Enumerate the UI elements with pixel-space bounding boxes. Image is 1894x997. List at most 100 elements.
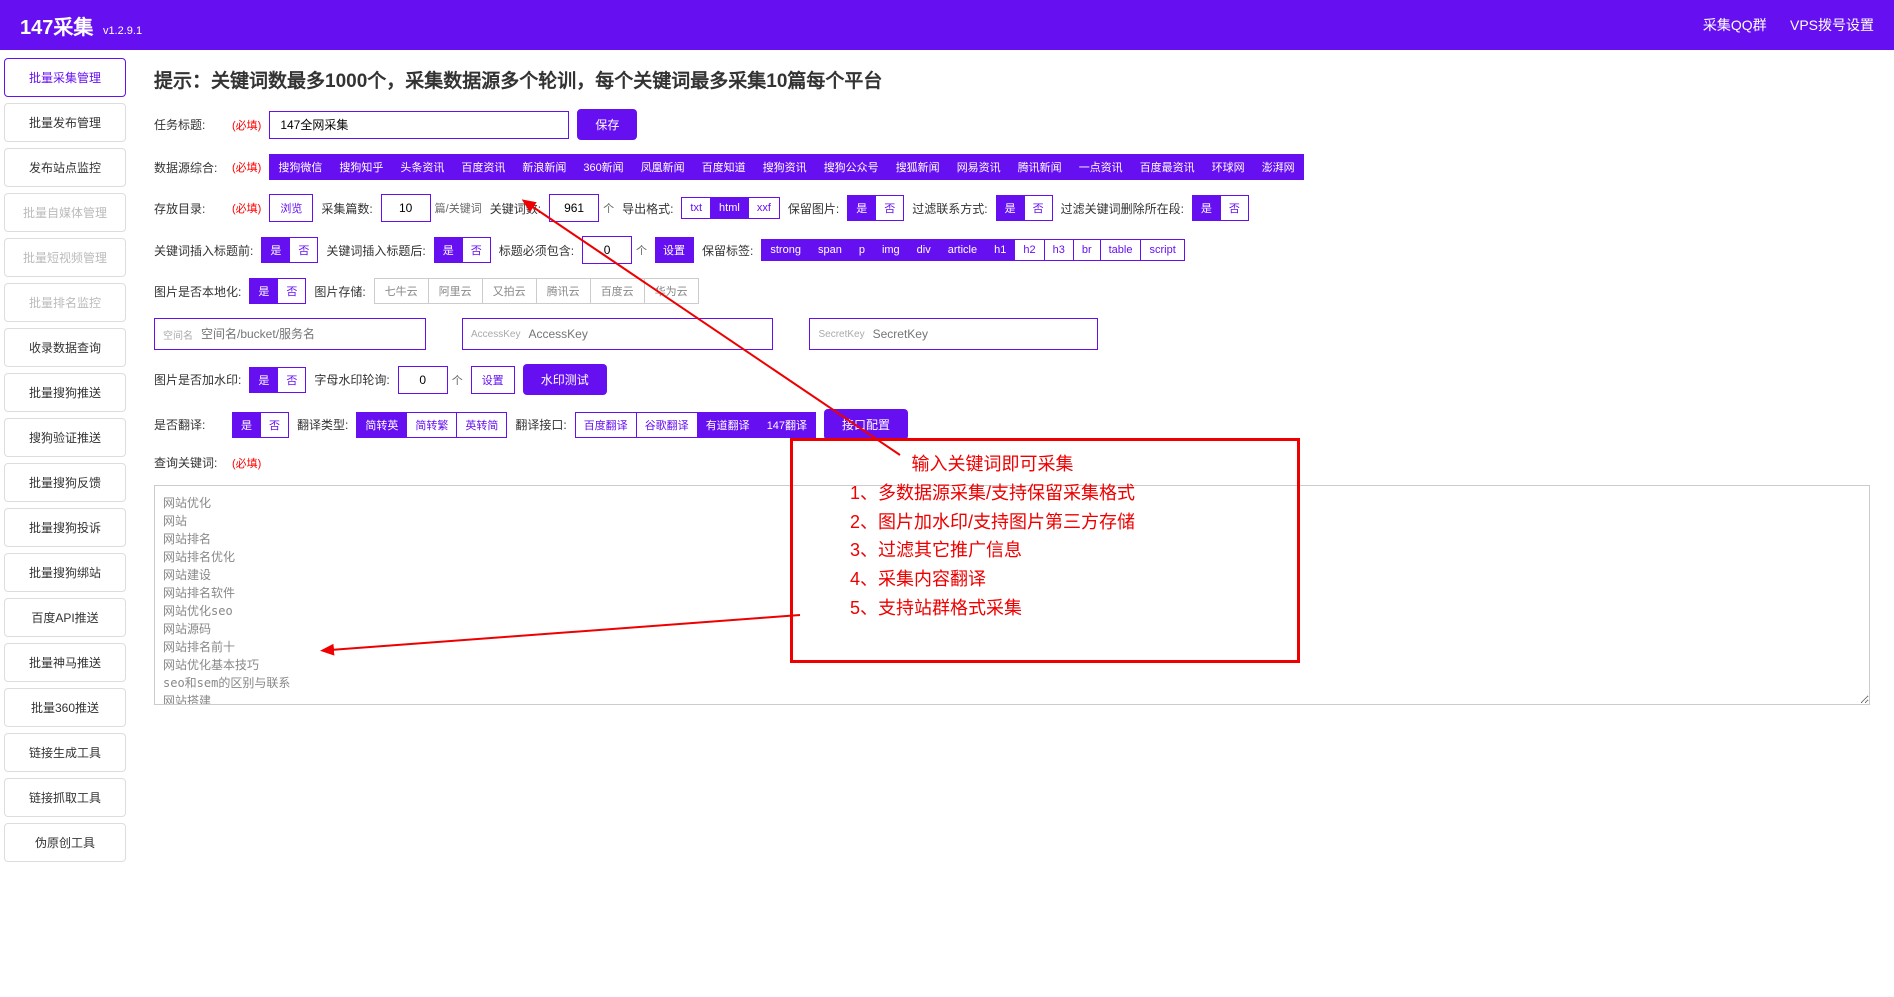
html-tag-10[interactable]: table	[1101, 239, 1142, 261]
html-tag-9[interactable]: br	[1074, 239, 1101, 261]
count-input[interactable]	[381, 194, 431, 222]
export-tag-2[interactable]: xxf	[749, 197, 780, 219]
sidebar-item-11[interactable]: 批量搜狗绑站	[4, 553, 126, 592]
tr-config-button[interactable]: 接口配置	[824, 409, 908, 440]
fcontact-tag-1[interactable]: 否	[1025, 195, 1053, 221]
sidebar-item-6[interactable]: 收录数据查询	[4, 328, 126, 367]
qq-group-link[interactable]: 采集QQ群	[1703, 17, 1767, 33]
source-tag-16[interactable]: 澎湃网	[1254, 154, 1304, 180]
sidebar-item-10[interactable]: 批量搜狗投诉	[4, 508, 126, 547]
tr-tag-0[interactable]: 是	[232, 412, 261, 438]
cloud-tag-0[interactable]: 七牛云	[374, 278, 429, 304]
trapi-tag-1[interactable]: 谷歌翻译	[637, 412, 698, 438]
sidebar-item-2[interactable]: 发布站点监控	[4, 148, 126, 187]
keywords-textarea[interactable]: 网站优化 网站 网站排名 网站排名优化 网站建设 网站排名软件 网站优化seo …	[154, 485, 1870, 705]
export-tag-1[interactable]: html	[711, 197, 749, 219]
wm-tag-0[interactable]: 是	[249, 367, 278, 393]
source-tag-12[interactable]: 腾讯新闻	[1010, 154, 1071, 180]
source-tag-11[interactable]: 网易资讯	[949, 154, 1010, 180]
ak-input[interactable]	[524, 319, 764, 349]
source-tag-4[interactable]: 新浪新闻	[514, 154, 575, 180]
space-prefix: 空间名	[163, 327, 193, 342]
fcontact-tag-0[interactable]: 是	[996, 195, 1025, 221]
source-tag-10[interactable]: 搜狐新闻	[888, 154, 949, 180]
sidebar-item-15[interactable]: 链接生成工具	[4, 733, 126, 772]
html-tag-4[interactable]: div	[909, 239, 940, 261]
fkw-tag-0[interactable]: 是	[1192, 195, 1221, 221]
sidebar-item-1[interactable]: 批量发布管理	[4, 103, 126, 142]
fkw-tag-1[interactable]: 否	[1221, 195, 1249, 221]
html-tag-5[interactable]: article	[940, 239, 986, 261]
kwbefore-tag-1[interactable]: 否	[290, 237, 318, 263]
kwafter-tag-0[interactable]: 是	[434, 237, 463, 263]
imglocal-tag-0[interactable]: 是	[249, 278, 278, 304]
html-tag-1[interactable]: span	[810, 239, 851, 261]
sidebar-item-7[interactable]: 批量搜狗推送	[4, 373, 126, 412]
save-button[interactable]: 保存	[577, 109, 637, 140]
title-must-set[interactable]: 设置	[655, 237, 694, 263]
source-tag-7[interactable]: 百度知道	[694, 154, 755, 180]
keepimg-tag-1[interactable]: 否	[876, 195, 904, 221]
sidebar-item-14[interactable]: 批量360推送	[4, 688, 126, 727]
kw-count-input[interactable]	[549, 194, 599, 222]
keepimg-tag-0[interactable]: 是	[847, 195, 876, 221]
export-tag-0[interactable]: txt	[681, 197, 711, 219]
sidebar-item-12[interactable]: 百度API推送	[4, 598, 126, 637]
cloud-tags: 七牛云阿里云又拍云腾讯云百度云华为云	[374, 278, 699, 304]
tr-tag-1[interactable]: 否	[261, 412, 289, 438]
trtype-tag-0[interactable]: 简转英	[356, 412, 407, 438]
trapi-tag-0[interactable]: 百度翻译	[575, 412, 637, 438]
kwafter-tag-1[interactable]: 否	[463, 237, 491, 263]
source-tag-8[interactable]: 搜狗资讯	[755, 154, 816, 180]
wm-tag-1[interactable]: 否	[278, 367, 306, 393]
sidebar-item-9[interactable]: 批量搜狗反馈	[4, 463, 126, 502]
source-tag-0[interactable]: 搜狗微信	[269, 154, 331, 180]
query-required: (必填)	[232, 455, 261, 471]
html-tag-6[interactable]: h1	[986, 239, 1015, 261]
kw-count-label: 关键词数:	[490, 200, 541, 217]
sk-input[interactable]	[869, 319, 1089, 349]
sidebar-item-16[interactable]: 链接抓取工具	[4, 778, 126, 817]
source-tag-15[interactable]: 环球网	[1204, 154, 1254, 180]
sources-tags: 搜狗微信搜狗知乎头条资讯百度资讯新浪新闻360新闻凤凰新闻百度知道搜狗资讯搜狗公…	[269, 154, 1303, 180]
source-tag-14[interactable]: 百度最资讯	[1132, 154, 1204, 180]
html-tag-3[interactable]: img	[874, 239, 909, 261]
task-title-input[interactable]	[269, 111, 569, 139]
html-tag-7[interactable]: h2	[1015, 239, 1044, 261]
sidebar-item-17[interactable]: 伪原创工具	[4, 823, 126, 862]
source-tag-9[interactable]: 搜狗公众号	[816, 154, 888, 180]
trapi-tag-2[interactable]: 有道翻译	[698, 412, 759, 438]
kw-after-tags: 是否	[434, 237, 491, 263]
sidebar-item-13[interactable]: 批量神马推送	[4, 643, 126, 682]
trapi-tag-3[interactable]: 147翻译	[759, 412, 816, 438]
vps-settings-link[interactable]: VPS拨号设置	[1790, 17, 1874, 33]
sidebar-item-0[interactable]: 批量采集管理	[4, 58, 126, 97]
imglocal-tag-1[interactable]: 否	[278, 278, 306, 304]
source-tag-6[interactable]: 凤凰新闻	[633, 154, 694, 180]
wm-test-button[interactable]: 水印测试	[523, 364, 607, 395]
html-tag-8[interactable]: h3	[1045, 239, 1074, 261]
html-tag-11[interactable]: script	[1141, 239, 1184, 261]
space-input[interactable]	[197, 319, 417, 349]
html-tag-0[interactable]: strong	[761, 239, 810, 261]
trtype-tag-1[interactable]: 简转繁	[407, 412, 457, 438]
kwbefore-tag-0[interactable]: 是	[261, 237, 290, 263]
source-tag-3[interactable]: 百度资讯	[453, 154, 514, 180]
cloud-tag-4[interactable]: 百度云	[591, 278, 645, 304]
source-tag-5[interactable]: 360新闻	[575, 154, 632, 180]
wm-rotate-input[interactable]	[398, 366, 448, 394]
source-tag-2[interactable]: 头条资讯	[392, 154, 453, 180]
browse-button[interactable]: 浏览	[269, 194, 313, 222]
cloud-tag-2[interactable]: 又拍云	[483, 278, 537, 304]
cloud-tag-5[interactable]: 华为云	[645, 278, 699, 304]
source-tag-1[interactable]: 搜狗知乎	[331, 154, 392, 180]
sidebar-item-8[interactable]: 搜狗验证推送	[4, 418, 126, 457]
cloud-tag-1[interactable]: 阿里云	[429, 278, 483, 304]
source-tag-13[interactable]: 一点资讯	[1071, 154, 1132, 180]
title-must-input[interactable]	[582, 236, 632, 264]
wm-set-button[interactable]: 设置	[471, 366, 515, 394]
wm-label: 图片是否加水印:	[154, 371, 241, 388]
html-tag-2[interactable]: p	[851, 239, 874, 261]
cloud-tag-3[interactable]: 腾讯云	[537, 278, 591, 304]
trtype-tag-2[interactable]: 英转简	[457, 412, 507, 438]
